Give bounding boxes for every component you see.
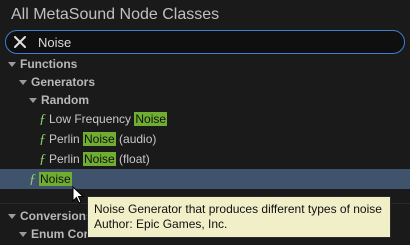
function-icon: ƒ [39, 152, 46, 167]
category-label: Generators [31, 75, 96, 89]
category-label: Enum Cor [31, 227, 89, 241]
search-match: Noise [134, 112, 168, 126]
window-title: All MetaSound Node Classes [11, 6, 220, 23]
tooltip-description: Noise Generator that produces different … [94, 202, 382, 216]
tooltip: Noise Generator that produces different … [87, 196, 391, 238]
category-label: Conversions [20, 209, 93, 223]
mouse-cursor-icon [72, 186, 84, 204]
chevron-down-icon[interactable] [19, 80, 27, 85]
category-generators[interactable]: Generators [0, 72, 410, 92]
search-input[interactable] [38, 33, 398, 51]
category-label: Functions [20, 57, 78, 71]
search-match: Noise [39, 172, 72, 186]
category-label: Random [41, 93, 89, 107]
function-icon: ƒ [39, 132, 46, 147]
item-prefix: Perlin [49, 132, 84, 146]
chevron-down-icon[interactable] [8, 62, 16, 67]
search-match: Noise [83, 152, 116, 166]
chevron-down-icon[interactable] [19, 232, 27, 237]
item-prefix: Perlin [49, 152, 84, 166]
close-icon[interactable] [12, 34, 28, 50]
list-item-noise-selected[interactable]: ƒ Noise [0, 169, 410, 189]
function-icon: ƒ [29, 172, 36, 187]
category-random[interactable]: Random [0, 90, 410, 110]
item-suffix: (float) [115, 152, 150, 166]
search-match: Noise [83, 132, 116, 146]
item-suffix: (audio) [115, 132, 157, 146]
search-box[interactable] [5, 30, 405, 54]
tooltip-author: Author: Epic Games, Inc. [94, 217, 228, 231]
list-item-low-frequency-noise[interactable]: ƒ Low Frequency Noise [0, 109, 410, 129]
item-prefix: Low Frequency [49, 112, 135, 126]
function-icon: ƒ [39, 112, 46, 127]
category-functions[interactable]: Functions [0, 54, 410, 74]
chevron-down-icon[interactable] [8, 214, 16, 219]
chevron-down-icon[interactable] [29, 98, 37, 103]
list-item-perlin-noise-audio[interactable]: ƒ Perlin Noise (audio) [0, 129, 410, 149]
list-item-perlin-noise-float[interactable]: ƒ Perlin Noise (float) [0, 149, 410, 169]
